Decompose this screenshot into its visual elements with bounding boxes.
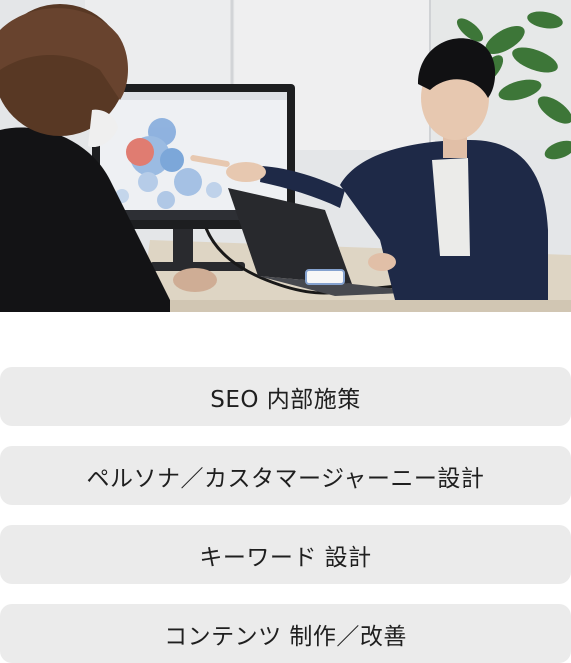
service-label: ペルソナ／カスタマージャーニー設計	[86, 465, 485, 492]
hero-photo	[0, 0, 571, 312]
service-persona-journey[interactable]: ペルソナ／カスタマージャーニー設計	[0, 446, 571, 505]
service-content-production[interactable]: コンテンツ 制作／改善	[0, 604, 571, 663]
service-list: SEO 内部施策 ペルソナ／カスタマージャーニー設計 キーワード 設計 コンテン…	[0, 367, 571, 663]
service-keyword-design[interactable]: キーワード 設計	[0, 525, 571, 584]
service-label: コンテンツ 制作／改善	[164, 623, 407, 650]
service-label: SEO 内部施策	[210, 386, 361, 413]
service-label: キーワード 設計	[199, 544, 372, 571]
service-seo-internal[interactable]: SEO 内部施策	[0, 367, 571, 426]
